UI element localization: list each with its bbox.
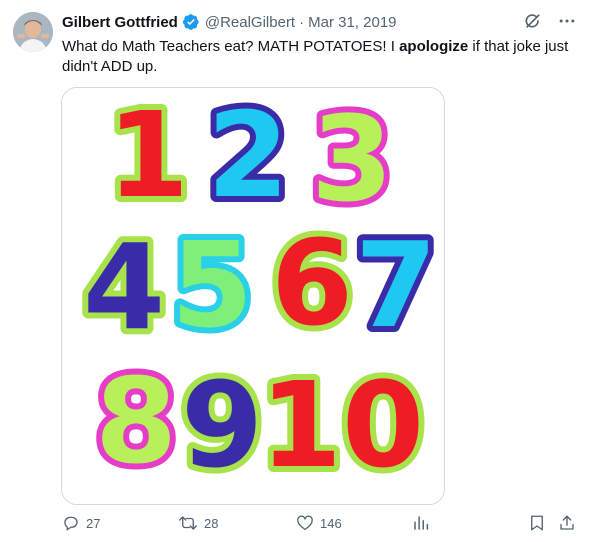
reply-icon <box>64 516 78 531</box>
number-7: 7 <box>355 216 437 354</box>
tweet-header: Gilbert Gottfried @RealGilbert · Mar 31,… <box>62 12 397 32</box>
tweet-date[interactable]: Mar 31, 2019 <box>308 14 396 31</box>
like-count: 146 <box>320 515 342 531</box>
tweet-text: What do Math Teachers eat? MATH POTATOES… <box>62 37 577 77</box>
reply-count: 27 <box>86 515 101 531</box>
tweet-actions: 27 28 146 <box>0 514 589 538</box>
reply-button[interactable]: 27 <box>62 514 100 532</box>
number-1: 1 <box>107 88 189 224</box>
views-icon <box>414 516 429 530</box>
share-icon <box>560 515 574 530</box>
number-9: 9 <box>181 356 263 494</box>
tweet-top-actions <box>523 11 577 31</box>
views-button[interactable] <box>412 514 430 537</box>
author-handle[interactable]: @RealGilbert <box>205 14 295 31</box>
number-2: 2 <box>207 88 289 224</box>
numbers-image: 1 2 3 4 5 6 7 8 9 10 <box>62 88 444 504</box>
retweet-button[interactable]: 28 <box>178 514 218 532</box>
share-button[interactable] <box>558 514 576 537</box>
tweet-media[interactable]: 1 2 3 4 5 6 7 8 9 10 <box>61 87 445 505</box>
header-separator: · <box>299 13 305 31</box>
like-button[interactable]: 146 <box>296 514 342 532</box>
like-icon <box>297 515 313 531</box>
grok-icon[interactable] <box>523 11 543 31</box>
number-5: 5 <box>171 216 253 354</box>
retweet-count: 28 <box>204 515 219 531</box>
author-name[interactable]: Gilbert Gottfried <box>62 14 178 31</box>
number-6: 6 <box>271 214 353 352</box>
verified-badge-icon <box>182 14 199 30</box>
more-icon[interactable] <box>557 11 577 31</box>
number-8: 8 <box>95 352 177 490</box>
retweet-icon <box>179 516 197 530</box>
number-10: 10 <box>260 356 424 494</box>
avatar[interactable] <box>13 12 53 52</box>
number-3: 3 <box>311 90 393 228</box>
tweet-text-bold: apologize <box>399 38 469 55</box>
tweet-text-part1: What do Math Teachers eat? MATH POTATOES… <box>62 38 400 55</box>
bookmark-button[interactable] <box>528 514 546 537</box>
avatar-image <box>13 12 53 52</box>
number-4: 4 <box>83 218 165 356</box>
bookmark-icon <box>531 515 543 531</box>
